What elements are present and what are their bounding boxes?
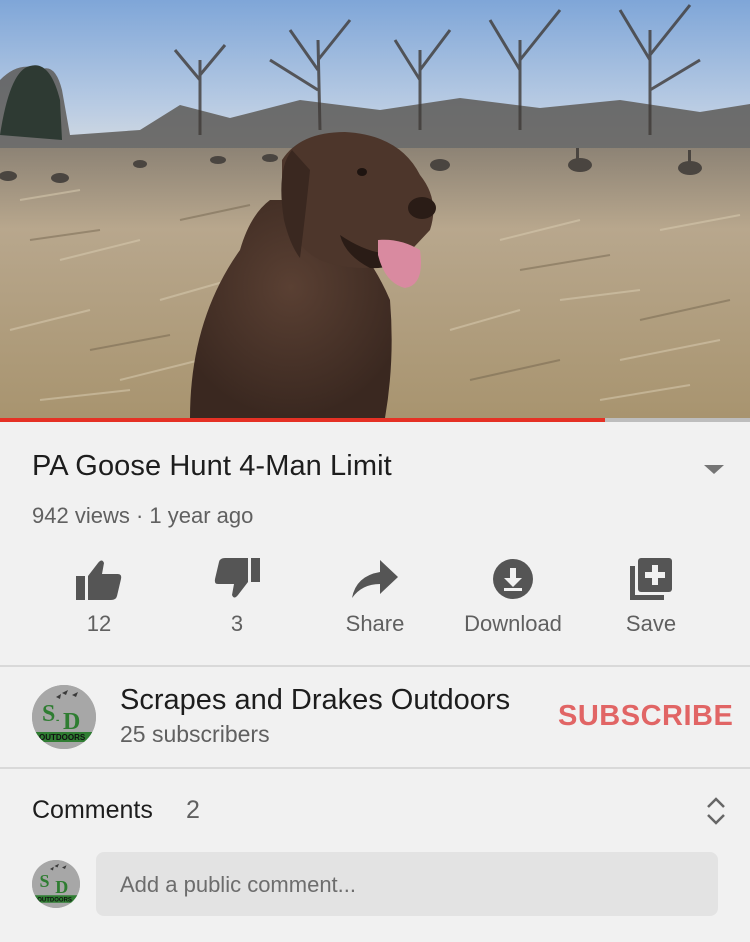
svg-text:D: D [55,877,68,897]
save-label: Save [625,611,677,636]
dislike-button[interactable]: 3 [168,555,306,641]
download-button[interactable]: Download [444,555,582,641]
subscriber-count: 25 subscribers [120,721,270,747]
video-player[interactable] [0,0,750,418]
save-button[interactable]: Save [582,555,720,641]
download-icon [444,555,582,603]
download-label: Download [464,611,562,636]
divider [0,767,750,769]
channel-avatar[interactable]: S - D OUTDOORS [32,685,96,749]
comment-input[interactable]: Add a public comment... [96,852,718,916]
expand-description-icon[interactable] [704,465,724,474]
channel-logo-image: S D OUTDOORS [32,860,80,908]
subscribe-button[interactable]: SUBSCRIBE [558,700,733,733]
share-label: Share [345,611,405,636]
svg-text:OUTDOORS: OUTDOORS [39,733,86,742]
video-progress-fill [0,418,606,422]
video-meta: 942 views · 1 year ago [32,503,254,528]
share-button[interactable]: Share [306,555,444,641]
channel-logo-image: S - D OUTDOORS [32,685,96,749]
svg-text:OUTDOORS: OUTDOORS [37,897,72,903]
expand-collapse-icon[interactable] [704,796,728,826]
svg-text:-: - [56,715,59,726]
playlist-add-icon [582,555,720,603]
svg-text:S: S [42,701,55,727]
video-progress-bar[interactable] [0,418,750,422]
comments-count: 2 [186,796,200,824]
video-title: PA Goose Hunt 4-Man Limit [32,450,392,482]
divider [0,665,750,667]
like-count: 12 [86,611,112,636]
thumbs-up-icon [30,555,168,603]
share-icon [306,555,444,603]
like-button[interactable]: 12 [30,555,168,641]
thumbs-down-icon [168,555,306,603]
dislike-count: 3 [230,611,244,636]
video-frame-image [0,0,750,418]
svg-text:S: S [40,871,50,891]
action-row: 12 3 Share Download Save [30,555,720,645]
comments-heading[interactable]: Comments [32,796,153,825]
channel-name[interactable]: Scrapes and Drakes Outdoors [120,684,510,717]
user-avatar: S D OUTDOORS [32,860,80,908]
svg-text:D: D [63,709,80,735]
